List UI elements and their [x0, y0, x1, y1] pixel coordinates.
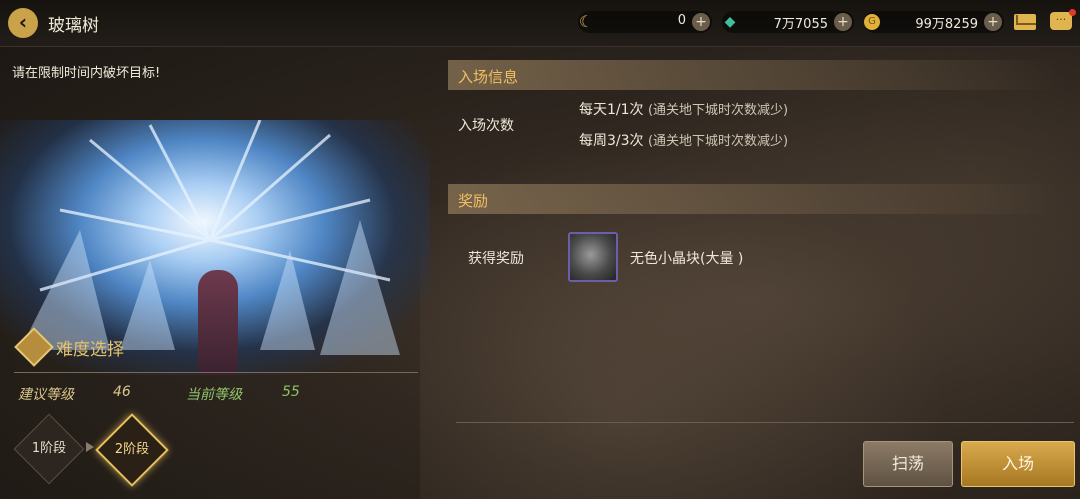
daily-note: (通关地下城时次数减少) [647, 103, 789, 118]
reward-header: 奖励 [448, 184, 1060, 214]
stage-arrow-icon [86, 442, 94, 452]
mail-icon[interactable] [1014, 14, 1036, 30]
resource-moon-currency: ☾ 0 + [578, 11, 712, 33]
daily-entry-count: 每天1/1次 (通关地下城时次数减少) [579, 99, 788, 119]
current-level-value: 55 [282, 384, 300, 400]
add-gold-button[interactable]: + [984, 13, 1002, 31]
stage-1-button[interactable]: 1阶段 [13, 413, 85, 485]
resource-gold-coin: G 99万8259 + [864, 11, 1004, 33]
chat-icon[interactable]: ··· [1050, 12, 1072, 30]
stage-2-button[interactable]: 2阶段 [95, 413, 169, 487]
page-title: 玻璃树 [48, 16, 99, 36]
reward-item-name: 无色小晶块(大量 ) [630, 251, 744, 267]
reward-item-crystal-icon[interactable] [568, 232, 618, 282]
add-moon-currency-button[interactable]: + [692, 13, 710, 31]
weekly-count: 每周3/3次 [579, 133, 644, 149]
weekly-note: (通关地下城时次数减少) [647, 134, 789, 149]
sweep-button[interactable]: 扫荡 [863, 441, 953, 487]
current-level-label: 当前等级 [186, 387, 242, 403]
entry-info-header: 入场信息 [448, 60, 1060, 90]
recommended-level-value: 46 [113, 384, 131, 400]
resource-green-gem: ◆ 7万7055 + [722, 11, 854, 33]
resource-value: 7万7055 [773, 17, 828, 32]
notification-dot [1069, 9, 1076, 16]
divider [456, 422, 1074, 423]
recommended-level-label: 建议等级 [18, 387, 74, 403]
section-title: 入场信息 [458, 68, 519, 86]
back-arrow-icon[interactable]: ‹ [8, 8, 38, 38]
divider [14, 372, 418, 373]
stage-label: 2阶段 [114, 442, 150, 457]
gold-coin-icon: G [864, 14, 880, 30]
hero-character [198, 270, 238, 375]
enter-button[interactable]: 入场 [961, 441, 1075, 487]
resource-value: 0 [677, 13, 686, 28]
weekly-entry-count: 每周3/3次 (通关地下城时次数减少) [579, 130, 788, 150]
add-gem-button[interactable]: + [834, 13, 852, 31]
top-bar: ‹ 玻璃树 ☾ 0 + ◆ 7万7055 + G 99万8259 + ··· [0, 0, 1080, 47]
daily-count: 每天1/1次 [579, 102, 644, 118]
moon-currency-icon: ☾ [578, 12, 594, 31]
reward-label: 获得奖励 [468, 251, 524, 267]
difficulty-label: 难度选择 [56, 340, 124, 360]
green-gem-icon: ◆ [724, 14, 736, 30]
mission-hint: 请在限制时间内破坏目标! [12, 66, 161, 81]
stage-label: 1阶段 [31, 441, 67, 456]
resource-value: 99万8259 [915, 17, 978, 32]
entry-count-label: 入场次数 [458, 118, 514, 134]
section-title: 奖励 [458, 192, 489, 210]
